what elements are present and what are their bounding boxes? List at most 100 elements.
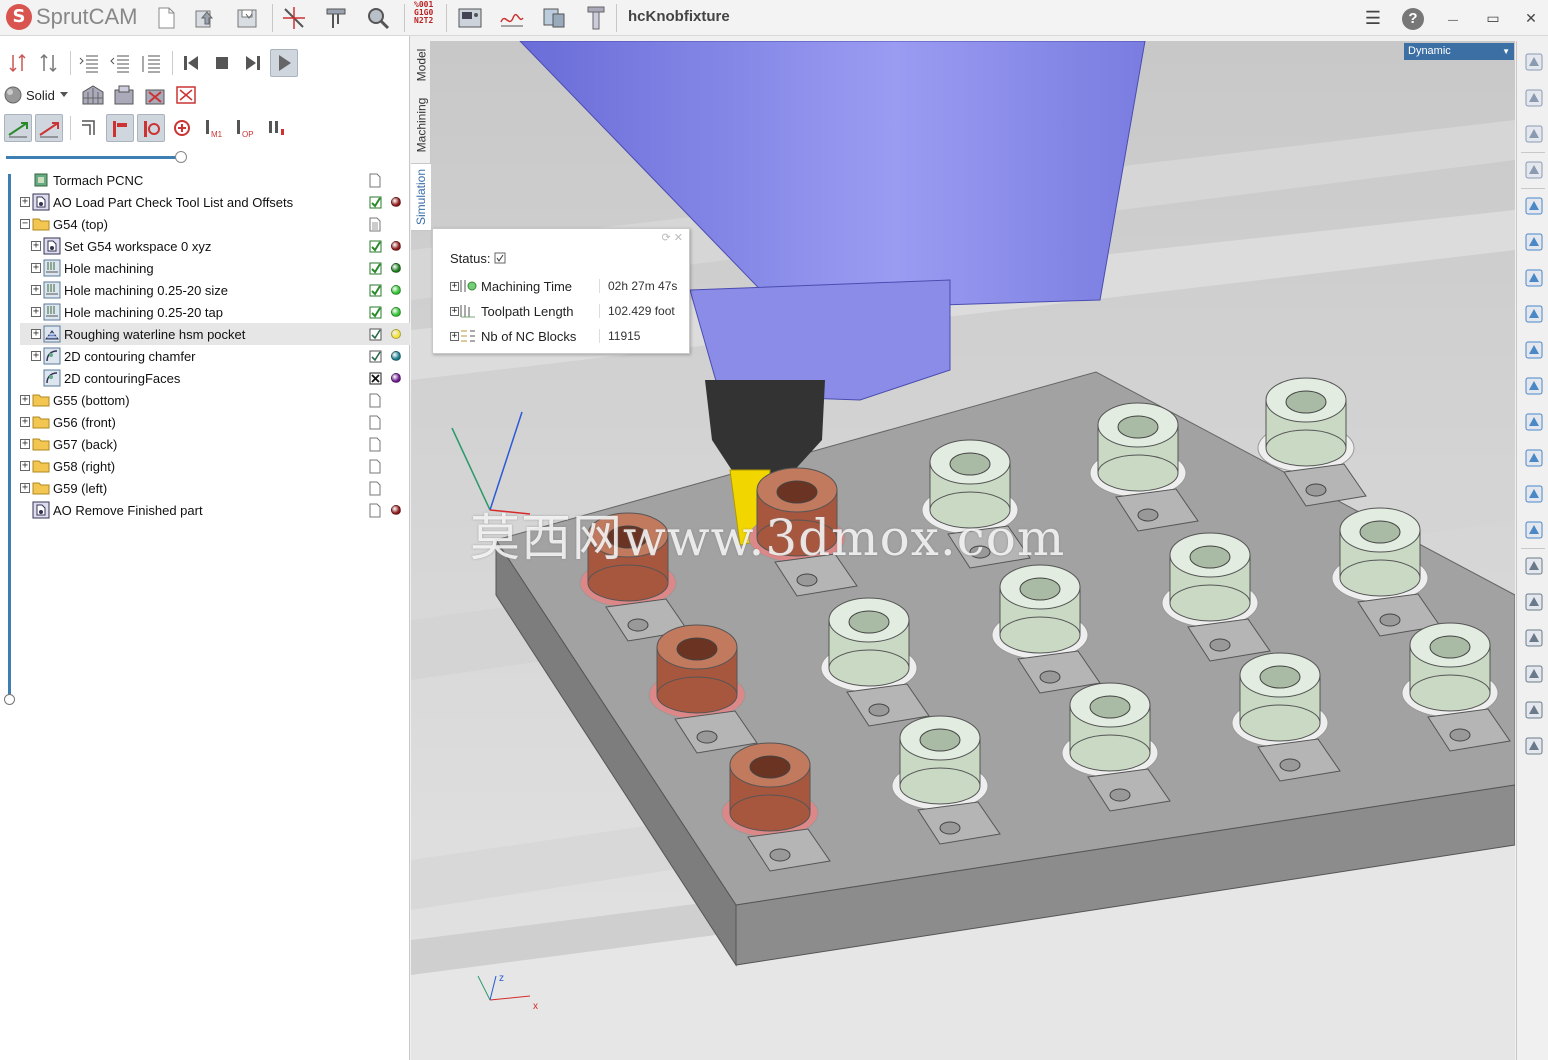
open-file-icon[interactable] [192,4,220,32]
tree-item[interactable]: + G59 (left) [20,477,410,499]
backward-trace-icon[interactable] [35,114,63,142]
stop-on-tool-icon[interactable] [137,114,165,142]
disabled-checkbox-icon[interactable] [368,370,382,386]
simulation-speed-slider[interactable] [175,151,187,163]
tool-edit-icon[interactable] [1520,335,1548,365]
enabled-checkbox-icon[interactable] [368,282,382,298]
close-icon[interactable]: ⟳ ✕ [662,231,684,244]
stock-icon[interactable] [1520,299,1548,329]
save-file-icon[interactable] [234,4,262,32]
caliper-icon[interactable] [322,4,350,32]
expand-icon[interactable]: + [450,306,459,316]
filter-all-icon[interactable] [1520,731,1548,761]
collision-check-icon[interactable] [172,81,200,109]
tree-item[interactable]: + Roughing waterline hsm pocket [20,323,410,345]
view-fit-icon[interactable] [1520,119,1548,149]
tree-item[interactable]: + Hole machining 0.25-20 tap [20,301,410,323]
tap-icon[interactable] [1520,407,1548,437]
collapse-icon[interactable]: − [20,219,30,229]
expand-icon[interactable]: + [31,351,41,361]
tree-item[interactable]: + G58 (right) [20,455,410,477]
expand-icon[interactable]: + [20,417,30,427]
list-run-icon[interactable] [137,49,165,77]
tree-item[interactable]: + G56 (front) [20,411,410,433]
layers-icon[interactable] [1520,515,1548,545]
enabled-checkbox-icon[interactable] [368,238,382,254]
tree-item[interactable]: +2D contouring chamfer [20,345,410,367]
expand-icon[interactable]: + [20,197,30,207]
expand-icon[interactable]: + [31,285,41,295]
tab-model[interactable]: Model [411,43,431,87]
simulation-speed-track[interactable] [6,156,182,159]
expand-icon[interactable]: + [20,439,30,449]
filter-surface-icon[interactable] [1520,695,1548,725]
iso-view-icon[interactable] [1520,155,1548,185]
fixture-icon[interactable] [1520,443,1548,473]
shaded-icon[interactable] [1520,83,1548,113]
rotate-part-icon[interactable] [1520,479,1548,509]
list-step-icon[interactable] [75,49,103,77]
enabled-checkbox-icon[interactable] [368,260,382,276]
simulation-progress-handle[interactable] [4,694,15,705]
expand-icon[interactable]: + [31,241,41,251]
setup-icon[interactable] [540,4,568,32]
simulation-progress-track[interactable] [8,174,11,700]
new-file-icon[interactable] [152,4,180,32]
tree-item[interactable]: + G55 (bottom) [20,389,410,411]
help-button[interactable]: ? [1400,6,1426,30]
view-mode-select[interactable]: Dynamic ▼ [1404,43,1514,60]
pause-icon[interactable] [261,114,289,142]
stop-on-collision-icon[interactable] [168,114,196,142]
render-mode-dropdown[interactable]: Solid [4,86,69,104]
tool-icon[interactable] [1520,263,1548,293]
tree-item[interactable]: + G57 (back) [20,433,410,455]
expand-icon[interactable]: + [31,263,41,273]
expand-icon[interactable]: + [450,331,459,341]
stock-model-icon[interactable] [110,81,138,109]
view-sphere-icon[interactable] [1520,47,1548,77]
document-icon[interactable] [368,502,382,518]
toolpath-chart-icon[interactable] [498,4,526,32]
inspect-icon[interactable] [364,4,392,32]
expand-icon[interactable]: + [450,281,459,291]
stop-m1-icon[interactable]: M1 [199,114,227,142]
expand-icon[interactable]: + [31,329,41,339]
tab-machining[interactable]: Machining [411,91,431,159]
skip-back-icon[interactable] [177,49,205,77]
tree-item[interactable]: Tormach PCNC [20,169,410,191]
tree-item[interactable]: + Hole machining [20,257,410,279]
nc-program-icon[interactable]: %001 G1G0 N2T2 [414,1,433,25]
sort-down-icon[interactable] [4,49,32,77]
holder-icon[interactable] [1520,227,1548,257]
expand-icon[interactable]: + [20,395,30,405]
front-view-icon[interactable] [1520,191,1548,221]
tree-item[interactable]: + Set G54 workspace 0 xyz [20,235,410,257]
filter-point-icon[interactable] [1520,551,1548,581]
skip-forward-icon[interactable] [239,49,267,77]
tool-icon[interactable] [582,4,610,32]
document-icon[interactable] [368,414,382,430]
mesh-stock-icon[interactable] [79,81,107,109]
expand-icon[interactable]: + [20,461,30,471]
document-icon[interactable] [368,458,382,474]
play-icon[interactable] [270,49,298,77]
document-icon[interactable] [368,480,382,496]
filter-mesh-icon[interactable] [1520,623,1548,653]
tree-item[interactable]: AO Remove Finished part [20,499,410,521]
forward-trace-icon[interactable] [4,114,32,142]
tree-item[interactable]: − G54 (top) [20,213,410,235]
enabled-checkbox-icon[interactable] [368,326,382,342]
stop-op-icon[interactable]: OP [230,114,258,142]
close-button[interactable]: ✕ [1518,6,1544,30]
axis-tool-icon[interactable] [280,4,308,32]
filter-curve-icon[interactable] [1520,587,1548,617]
drill-icon[interactable] [1520,371,1548,401]
enabled-checkbox-icon[interactable] [368,304,382,320]
expand-icon[interactable]: + [20,483,30,493]
enabled-checkbox-icon[interactable] [368,348,382,364]
tool-path-icon[interactable] [75,114,103,142]
document-icon[interactable] [368,436,382,452]
document-icon[interactable] [368,172,382,188]
enabled-checkbox-icon[interactable] [368,194,382,210]
list-step-back-icon[interactable] [106,49,134,77]
